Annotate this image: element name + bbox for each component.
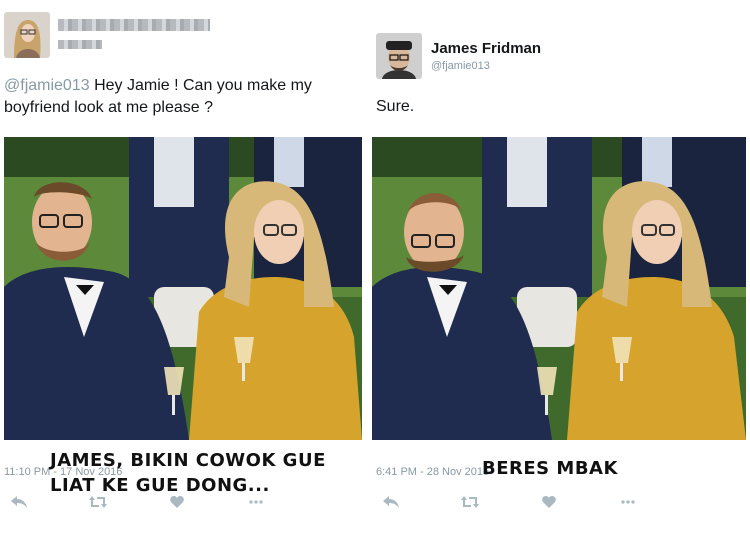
right-tweet: James Fridman @fjamie013 Sure. 6:41 PM -… — [368, 0, 750, 533]
meme-caption-right: BERES MBAK — [482, 458, 618, 479]
user-handle[interactable]: @fjamie013 — [431, 60, 490, 72]
reply-icon[interactable] — [6, 493, 32, 511]
tweet-text: Sure. — [376, 98, 415, 115]
blurred-name — [58, 19, 210, 31]
tweet-timestamp[interactable]: 6:41 PM - 28 Nov 2016 — [376, 466, 489, 478]
left-tweet: @fjamie013 Hey Jamie ! Can you make my b… — [0, 0, 368, 533]
tweet-actions — [378, 493, 694, 511]
tweet-text: @fjamie013 Hey Jamie ! Can you make my b… — [4, 75, 364, 119]
user-name[interactable]: James Fridman — [431, 40, 541, 57]
tweet-photo[interactable] — [4, 137, 362, 440]
tweet-photo[interactable] — [372, 137, 746, 440]
like-icon[interactable] — [536, 493, 562, 511]
more-icon[interactable] — [615, 493, 641, 511]
blurred-handle — [58, 40, 102, 49]
mention-link[interactable]: @fjamie013 — [4, 77, 90, 94]
reply-icon[interactable] — [378, 493, 404, 511]
avatar[interactable] — [376, 33, 422, 79]
meme-caption-left: JAMES, BIKIN COWOK GUE LIAT KE GUE DONG.… — [50, 450, 326, 496]
retweet-icon[interactable] — [457, 493, 483, 511]
avatar[interactable] — [4, 12, 50, 58]
